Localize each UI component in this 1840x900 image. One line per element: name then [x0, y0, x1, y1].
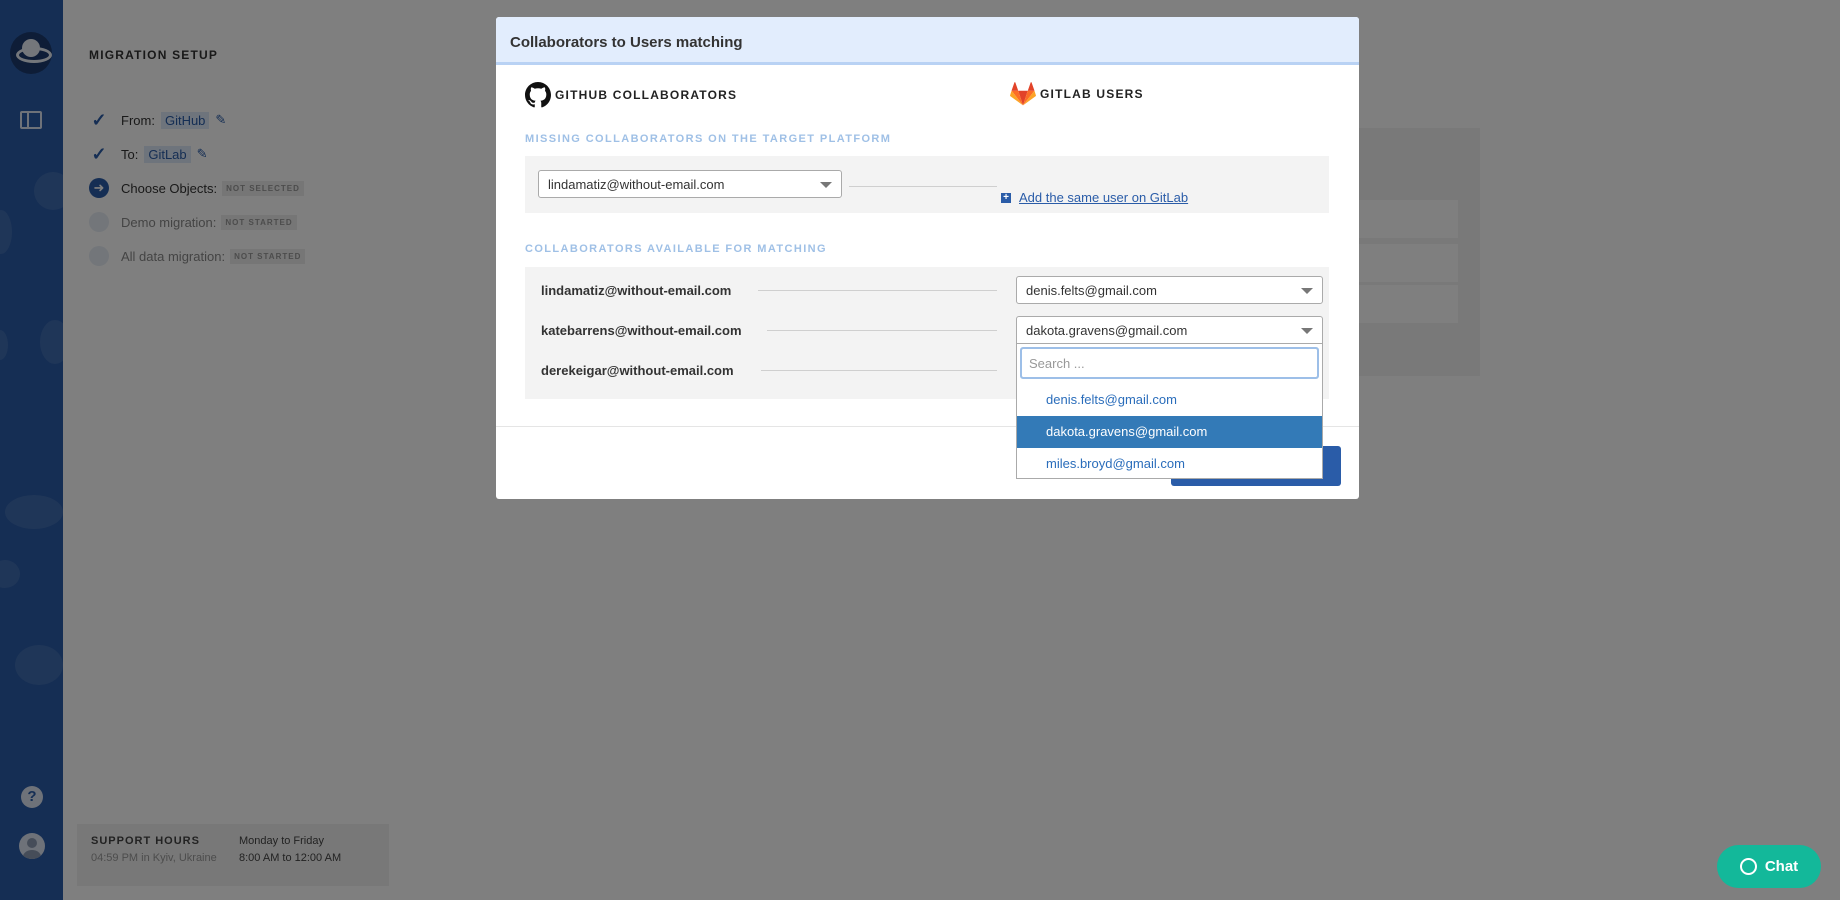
chat-label: Chat	[1764, 858, 1799, 875]
user-match-select[interactable]: denis.felts@gmail.com	[1016, 276, 1323, 304]
gitlab-column-header: GITLAB USERS	[1010, 82, 1144, 106]
chat-bubble-icon	[1739, 858, 1757, 875]
user-match-select-open[interactable]: dakota.gravens@gmail.com	[1016, 316, 1323, 344]
dropdown-option[interactable]: denis.felts@gmail.com	[1017, 384, 1322, 416]
github-column-title: GITHUB COLLABORATORS	[555, 88, 738, 102]
dropdown-option[interactable]: miles.broyd@gmail.com	[1017, 448, 1322, 480]
gitlab-column-title: GITLAB USERS	[1040, 87, 1144, 101]
connector-line	[767, 330, 997, 331]
gitlab-icon	[1010, 82, 1036, 106]
missing-section-label: MISSING COLLABORATORS ON THE TARGET PLAT…	[525, 133, 892, 145]
dropdown-option-selected[interactable]: dakota.gravens@gmail.com	[1017, 416, 1322, 448]
chat-button[interactable]: Chat	[1717, 845, 1821, 888]
collaborator-label: lindamatiz@without-email.com	[541, 283, 732, 298]
collaborator-label: derekeigar@without-email.com	[541, 363, 734, 378]
chevron-down-icon	[820, 182, 832, 188]
add-user-link-text: Add the same user on GitLab	[1019, 190, 1189, 205]
missing-collaborator-select[interactable]: lindamatiz@without-email.com	[538, 170, 842, 198]
user-match-value: denis.felts@gmail.com	[1026, 283, 1157, 298]
github-column-header: GITHUB COLLABORATORS	[525, 82, 737, 108]
missing-collaborator-value: lindamatiz@without-email.com	[548, 177, 725, 192]
chevron-down-icon	[1301, 328, 1313, 334]
connector-line	[758, 290, 997, 291]
chevron-down-icon	[1301, 288, 1313, 294]
add-user-link[interactable]: + Add the same user on GitLab	[1001, 190, 1188, 205]
user-match-value: dakota.gravens@gmail.com	[1026, 323, 1188, 338]
collaborator-label: katebarrens@without-email.com	[541, 323, 742, 338]
connector-line	[761, 370, 997, 371]
missing-collaborators-box: lindamatiz@without-email.com + Add the s…	[525, 156, 1329, 213]
connector-line	[849, 186, 997, 187]
dropdown-search-input[interactable]	[1020, 347, 1319, 379]
modal-title: Collaborators to Users matching	[496, 17, 1359, 65]
plus-icon: +	[1001, 192, 1011, 203]
user-options-dropdown: denis.felts@gmail.com dakota.gravens@gma…	[1016, 344, 1323, 479]
matching-section-label: COLLABORATORS AVAILABLE FOR MATCHING	[525, 243, 827, 255]
github-icon	[525, 82, 551, 108]
